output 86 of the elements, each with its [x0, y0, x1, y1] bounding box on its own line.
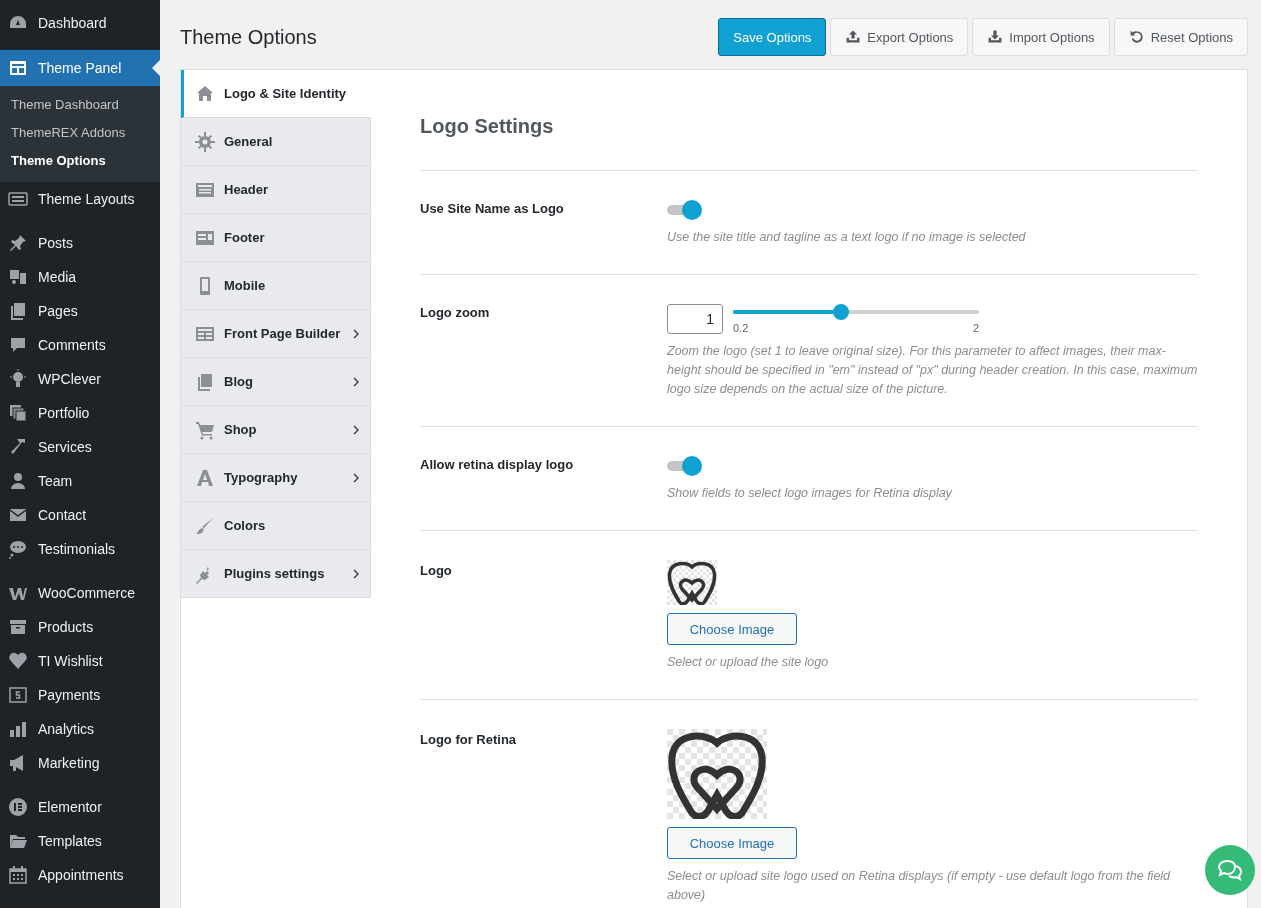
calendar-icon: [8, 865, 28, 885]
options-tab[interactable]: Header: [181, 166, 371, 214]
setting-description: Zoom the logo (set 1 to leave original size). For this parameter to affect images, their max-height should be specified in "em" instead of "px" during header creation. In this case, maximum logo size depends on the actual size of the picture.: [667, 343, 1198, 398]
choose-image-button[interactable]: Choose Image: [667, 613, 797, 645]
reset-icon: [1128, 29, 1145, 45]
house-icon: [195, 83, 215, 104]
options-tab[interactable]: Footer: [181, 214, 371, 262]
upload-icon: [845, 29, 862, 45]
pages-icon: [8, 301, 28, 321]
export-button[interactable]: Export Options: [830, 18, 969, 56]
pin-icon: [8, 233, 28, 253]
sidebar-item[interactable]: Media: [0, 260, 160, 294]
submenu-item[interactable]: Theme Options: [0, 147, 160, 175]
toggle-switch[interactable]: [667, 200, 703, 220]
sidebar-item[interactable]: Theme Layouts: [0, 182, 160, 216]
brush-icon: [195, 515, 215, 536]
sidebar-item[interactable]: Payments: [0, 678, 160, 712]
sidebar-item[interactable]: Theme Panel: [0, 50, 160, 86]
sidebar-item[interactable]: Posts: [0, 226, 160, 260]
setting-label: Allow retina display logo: [420, 456, 575, 474]
section-title: Logo Settings: [420, 114, 555, 138]
setting-label: Logo zoom: [420, 304, 491, 322]
circle-e-icon: [8, 797, 28, 817]
reset-button[interactable]: Reset Options: [1113, 18, 1248, 56]
sidebar-item[interactable]: Appointments: [0, 858, 160, 892]
options-tab[interactable]: Front Page Builder: [181, 310, 371, 358]
slider-min-label: 0.2: [733, 322, 749, 334]
sidebar-item[interactable]: Pages: [0, 294, 160, 328]
sidebar-item[interactable]: WooCommerce: [0, 576, 160, 610]
sidebar-item[interactable]: Marketing: [0, 746, 160, 780]
choose-image-button[interactable]: Choose Image: [667, 827, 797, 859]
sidebar-item[interactable]: Portfolio: [0, 396, 160, 430]
setting-description: Show fields to select logo images for Retina display: [667, 485, 952, 502]
archive-box-icon: [8, 617, 28, 637]
submenu-item[interactable]: ThemeREX Addons: [0, 119, 160, 147]
options-tab[interactable]: Typography: [181, 454, 371, 502]
person-icon: [8, 471, 28, 491]
toggle-switch[interactable]: [667, 456, 703, 476]
setting-label: Logo for Retina: [420, 731, 518, 749]
download-icon: [987, 29, 1004, 45]
sidebar-item[interactable]: Analytics: [0, 712, 160, 746]
settings-icon: [195, 131, 215, 152]
setting-description: Select or upload site logo used on Retina displays (if empty - use default logo from the field above): [667, 868, 1172, 904]
options-tab[interactable]: Blog: [181, 358, 371, 406]
sidebar-item[interactable]: Products: [0, 610, 160, 644]
setting-description: Use the site title and tagline as a text logo if no image is selected: [667, 229, 1026, 246]
options-tab[interactable]: Mobile: [181, 262, 371, 310]
setting-label: Logo: [420, 562, 453, 580]
pages-icon: [195, 371, 215, 392]
stacked-images-icon: [8, 403, 28, 423]
dollar-sign-icon: [8, 685, 28, 705]
lightbulb-icon: [8, 369, 28, 389]
options-tab[interactable]: Logo & Site Identity: [181, 70, 371, 118]
sidebar-item[interactable]: WPClever: [0, 362, 160, 396]
sidebar-item[interactable]: Comments: [0, 328, 160, 362]
options-tab[interactable]: General: [181, 118, 371, 166]
sidebar-item[interactable]: Testimonials: [0, 532, 160, 566]
number-field[interactable]: 1: [667, 304, 723, 334]
chat-bubbles-icon: [1217, 858, 1243, 882]
chat-bubble-icon: [8, 539, 28, 559]
sidebar-item[interactable]: Contact: [0, 498, 160, 532]
page-title: Theme Options: [180, 25, 317, 49]
import-button[interactable]: Import Options: [972, 18, 1110, 56]
speech-bubble-icon: [8, 335, 28, 355]
options-tab[interactable]: Shop: [181, 406, 371, 454]
options-tab[interactable]: Plugins settings: [181, 550, 371, 598]
sidebar-item[interactable]: Templates: [0, 824, 160, 858]
options-tab[interactable]: Colors: [181, 502, 371, 550]
heart-icon: [8, 651, 28, 671]
letter-a-icon: [195, 467, 215, 488]
cart-icon: [195, 419, 215, 440]
layout-icon: [8, 58, 28, 78]
sidebar-item[interactable]: Services: [0, 430, 160, 464]
bar-chart-icon: [8, 719, 28, 739]
logo-preview: [667, 560, 717, 605]
sidebar-item[interactable]: TI Wishlist: [0, 644, 160, 678]
sidebar-item[interactable]: Team: [0, 464, 160, 498]
sidebar-item[interactable]: Dashboard: [0, 6, 160, 40]
setting-label: Use Site Name as Logo: [420, 200, 565, 218]
setting-description: Select or upload the site logo: [667, 654, 829, 671]
slider-max-label: 2: [972, 322, 979, 334]
submenu-item[interactable]: Theme Dashboard: [0, 91, 160, 119]
slider-thumb[interactable]: [833, 304, 850, 320]
media-icon: [8, 267, 28, 287]
keyboard-icon: [8, 189, 28, 209]
sidebar-item[interactable]: Elementor: [0, 790, 160, 824]
